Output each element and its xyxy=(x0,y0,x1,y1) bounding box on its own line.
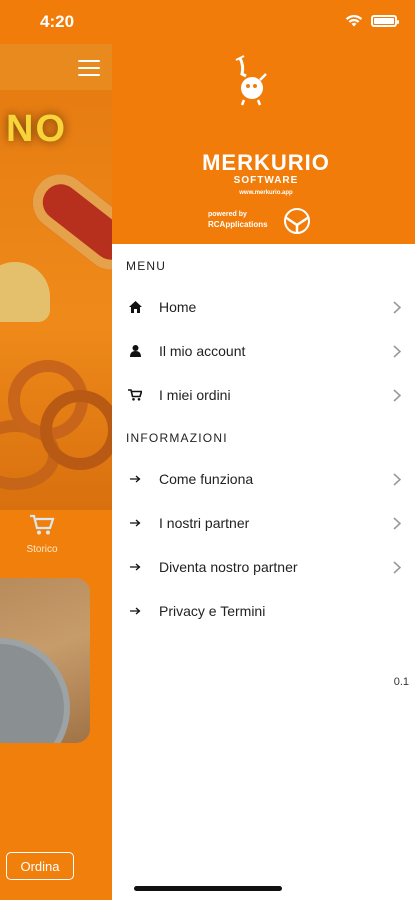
menu-item-home[interactable]: Home xyxy=(112,285,415,329)
drawer-header: MERKURIO SOFTWARE www.merkurio.app power… xyxy=(112,44,415,244)
battery-icon xyxy=(371,15,399,27)
menu-item-come-funziona[interactable]: Come funziona xyxy=(112,457,415,501)
app-version: 0.1 xyxy=(393,676,409,688)
status-time: 4:20 xyxy=(40,12,75,31)
background-nav-bar xyxy=(0,44,112,90)
pretzel-illustration xyxy=(40,390,112,470)
cart-icon xyxy=(30,514,55,535)
taco-illustration xyxy=(0,262,50,322)
storico-tab[interactable]: Storico xyxy=(20,514,64,555)
wifi-icon xyxy=(345,15,363,27)
background-app: NO Storico Ordina xyxy=(0,0,112,900)
user-icon xyxy=(128,344,142,358)
home-icon xyxy=(128,300,142,314)
chevron-right-icon xyxy=(391,344,403,358)
cart-icon xyxy=(128,388,142,402)
plate-image xyxy=(0,638,70,743)
info-section-title: INFORMAZIONI xyxy=(126,431,228,445)
arrow-right-icon xyxy=(128,560,142,574)
menu-item-label: I nostri partner xyxy=(159,515,250,531)
menu-item-privacy[interactable]: Privacy e Termini xyxy=(112,589,415,633)
menu-item-diventa-partner[interactable]: Diventa nostro partner xyxy=(112,545,415,589)
arrow-right-icon xyxy=(128,604,142,618)
ordina-button[interactable]: Ordina xyxy=(6,852,74,880)
status-bar: 4:20 xyxy=(0,0,415,44)
chevron-right-icon xyxy=(391,560,403,574)
menu-item-label: Diventa nostro partner xyxy=(159,559,298,575)
chevron-right-icon xyxy=(391,388,403,402)
chevron-right-icon xyxy=(391,300,403,314)
brand-name: MERKURIO xyxy=(202,150,330,175)
arrow-right-icon xyxy=(128,516,142,530)
rc-applications-logo xyxy=(284,208,310,234)
hotdog-illustration xyxy=(21,162,112,282)
menu-section-title: MENU xyxy=(126,259,167,273)
hero-banner: NO xyxy=(0,90,112,510)
arrow-right-icon xyxy=(128,472,142,486)
chevron-right-icon xyxy=(391,472,403,486)
storico-label: Storico xyxy=(26,544,58,555)
hamburger-menu-icon[interactable] xyxy=(78,60,100,76)
menu-item-label: Home xyxy=(159,299,197,315)
hero-title: NO xyxy=(6,108,67,150)
menu-item-label: Come funziona xyxy=(159,471,254,487)
mascot-logo xyxy=(235,55,267,106)
powered-by-brand: RCApplications xyxy=(208,220,268,229)
menu-item-orders[interactable]: I miei ordini xyxy=(112,373,415,417)
home-indicator[interactable] xyxy=(134,886,282,891)
menu-item-label: Privacy e Termini xyxy=(159,603,266,619)
menu-item-partner[interactable]: I nostri partner xyxy=(112,501,415,545)
menu-item-label: Il mio account xyxy=(159,343,246,359)
menu-item-account[interactable]: Il mio account xyxy=(112,329,415,373)
brand-url: www.merkurio.app xyxy=(239,190,293,196)
brand-subtitle: SOFTWARE xyxy=(233,175,299,186)
chevron-right-icon xyxy=(391,516,403,530)
side-drawer: MERKURIO SOFTWARE www.merkurio.app power… xyxy=(112,0,415,900)
menu-item-label: I miei ordini xyxy=(159,387,231,403)
food-photo xyxy=(0,578,90,743)
status-icons xyxy=(345,15,399,27)
powered-by-label: powered by xyxy=(208,211,247,218)
